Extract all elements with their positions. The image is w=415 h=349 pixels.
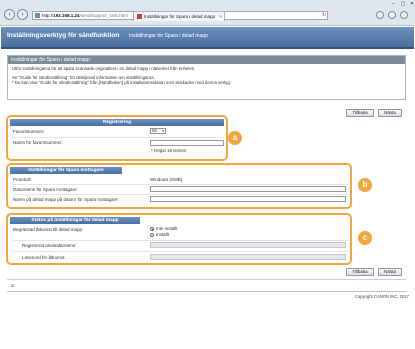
annotation-badge-a: a	[228, 131, 242, 145]
back-button-top[interactable]: Tillbaka	[346, 109, 374, 117]
minimize-icon[interactable]: –	[388, 1, 398, 7]
intro-title: Inställningar för Spara i delad mapp	[8, 56, 405, 64]
tab-favicon	[137, 14, 142, 19]
password-label: Lösenord för åtkomst:	[22, 255, 66, 260]
app-title: Inställningsverktyg för sändfunktion	[7, 32, 120, 39]
protocol-value: Windows (SMB)	[150, 177, 183, 182]
intro-line-3: * Du kan visa "Guide för sändinställning…	[12, 80, 231, 85]
header-divider	[1, 47, 414, 49]
forward-arrow-icon[interactable]: ›	[17, 9, 28, 20]
settings-gear-icon[interactable]	[400, 11, 408, 19]
footer-divider	[7, 291, 406, 292]
row-divider	[12, 240, 348, 241]
annotation-badge-b: b	[358, 178, 372, 192]
favorite-number-value: 02	[152, 128, 157, 133]
favorite-number-select[interactable]: 02 ▾	[150, 128, 166, 134]
restricted-access-on-radio[interactable]	[150, 233, 154, 237]
registration-heading: Registrering	[10, 119, 224, 126]
computer-name-input[interactable]	[150, 186, 346, 192]
bottom-divider	[7, 279, 406, 280]
restricted-access-off-label: Inte inställt	[156, 226, 178, 231]
folder-path-label: Namn på delad mapp på datorn för Spara m…	[13, 197, 119, 202]
folder-path-input[interactable]	[150, 196, 346, 202]
page-subtitle: Inställningar för Spara i delad mapp	[129, 33, 208, 39]
tab-title: Inställningar för Spara i delad mapp	[144, 14, 216, 19]
annotation-badge-c: c	[358, 231, 372, 245]
favorite-name-hint: * Högst 16 tecken	[151, 148, 187, 153]
app-header: Inställningsverktyg för sändfunktion Ins…	[1, 27, 414, 47]
back-button-bottom[interactable]: Tillbaka	[346, 268, 374, 276]
receiver-heading: Inställningar för Spara mottagare	[10, 167, 122, 174]
favorites-star-icon[interactable]	[388, 11, 396, 19]
browser-tab[interactable]: Inställningar för Spara i delad mapp ×	[133, 11, 225, 21]
shared-folder-status-section: Status på inställningar för delad mapp B…	[6, 213, 352, 265]
browser-chrome: – ▢ ✕ ‹ › http://192.168.1.24/send/suppo…	[0, 0, 415, 26]
back-to-top-icon[interactable]: ⌅	[10, 282, 15, 289]
row-divider	[12, 251, 348, 252]
tab-close-icon[interactable]: ×	[219, 12, 222, 21]
restricted-access-off-radio[interactable]	[150, 227, 154, 231]
next-button-bottom[interactable]: Nästa	[378, 268, 402, 276]
copyright-text: Copyright CANON INC. 2017	[354, 294, 409, 299]
registration-section: Registrering Favoritnummer: 02 ▾ Namn fö…	[6, 115, 228, 161]
computer-name-label: Datornamn för Spara mottagare:	[13, 187, 78, 192]
restricted-access-on-label: Inställt	[156, 232, 170, 237]
password-input	[150, 254, 346, 260]
next-button-top[interactable]: Nästa	[378, 109, 402, 117]
page-icon	[35, 13, 40, 18]
chevron-down-icon: ▾	[162, 129, 164, 133]
refresh-icon[interactable]: ↻	[322, 12, 326, 18]
favorite-number-label: Favoritnummer:	[13, 129, 45, 134]
url-host: 192.168.1.24	[53, 13, 80, 18]
favorite-name-label: Namn för favoritnummer:	[13, 140, 63, 145]
protocol-label: Protokoll:	[13, 177, 32, 182]
home-icon[interactable]	[376, 11, 384, 19]
intro-panel: Inställningar för Spara i delad mapp Utf…	[7, 55, 406, 100]
url-prefix: http://	[42, 13, 54, 18]
username-input	[150, 242, 346, 248]
row-divider	[12, 184, 348, 185]
row-divider	[12, 194, 348, 195]
close-window-icon[interactable]: ✕	[407, 1, 415, 7]
row-divider	[12, 137, 224, 138]
url-path: /send/support_smb.html	[79, 13, 128, 18]
username-label: Registrerat användarnamn:	[22, 243, 77, 248]
shared-folder-status-heading: Status på inställningar för delad mapp	[10, 217, 140, 224]
back-arrow-icon[interactable]: ‹	[4, 9, 15, 20]
restricted-access-label: Begränsad åtkomst till delad mapp:	[13, 227, 84, 232]
receiver-section: Inställningar för Spara mottagare Protok…	[6, 163, 352, 209]
favorite-name-input[interactable]	[150, 140, 224, 146]
